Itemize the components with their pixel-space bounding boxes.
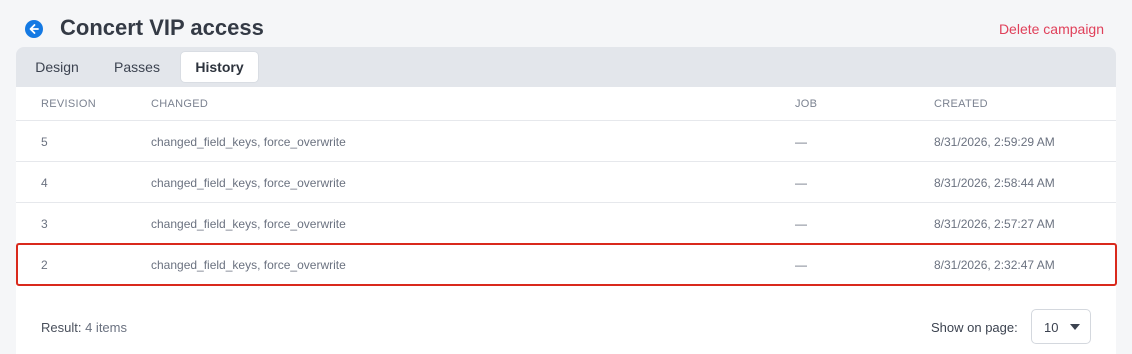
tab-bar: Design Passes History <box>16 47 1116 87</box>
history-table-card: REVISION CHANGED JOB CREATED 5 changed_f… <box>16 87 1116 354</box>
changed-cell: changed_field_keys, force_overwrite <box>151 176 346 190</box>
created-cell: 8/31/2026, 2:59:29 AM <box>934 135 1055 149</box>
arrow-left-circle-icon <box>29 24 39 34</box>
tab-history[interactable]: History <box>181 52 258 82</box>
result-count: Result: 4 items <box>41 320 127 335</box>
column-header-changed[interactable]: CHANGED <box>151 98 208 110</box>
job-cell: — <box>795 176 807 190</box>
page-size-label: Show on page: <box>931 320 1018 335</box>
result-value: 4 items <box>85 320 127 335</box>
highlighted-row-outline <box>16 243 1117 286</box>
table-row[interactable]: 3 changed_field_keys, force_overwrite — … <box>16 203 1116 244</box>
changed-cell: changed_field_keys, force_overwrite <box>151 135 346 149</box>
result-label: Result: <box>41 320 82 335</box>
table-row[interactable]: 4 changed_field_keys, force_overwrite — … <box>16 162 1116 203</box>
chevron-down-icon <box>1070 324 1080 330</box>
column-header-created[interactable]: CREATED <box>934 98 988 110</box>
changed-cell: changed_field_keys, force_overwrite <box>151 217 346 231</box>
table-header: REVISION CHANGED JOB CREATED <box>16 87 1116 121</box>
revision-cell: 3 <box>41 217 48 231</box>
delete-campaign-button[interactable]: Delete campaign <box>999 21 1104 37</box>
column-header-job[interactable]: JOB <box>795 98 817 110</box>
page-size-select[interactable]: 10 <box>1031 309 1091 344</box>
table-row[interactable]: 5 changed_field_keys, force_overwrite — … <box>16 121 1116 162</box>
column-header-revision[interactable]: REVISION <box>41 98 96 110</box>
created-cell: 8/31/2026, 2:58:44 AM <box>934 176 1055 190</box>
job-cell: — <box>795 135 807 149</box>
job-cell: — <box>795 217 807 231</box>
page-size-value: 10 <box>1044 320 1059 335</box>
revision-cell: 5 <box>41 135 48 149</box>
created-cell: 8/31/2026, 2:57:27 AM <box>934 217 1055 231</box>
page-title: Concert VIP access <box>60 15 264 40</box>
page-header: Concert VIP access Delete campaign <box>0 0 1132 52</box>
revision-cell: 4 <box>41 176 48 190</box>
back-icon[interactable] <box>25 20 43 38</box>
tab-passes[interactable]: Passes <box>102 52 172 82</box>
tab-design[interactable]: Design <box>22 52 92 82</box>
